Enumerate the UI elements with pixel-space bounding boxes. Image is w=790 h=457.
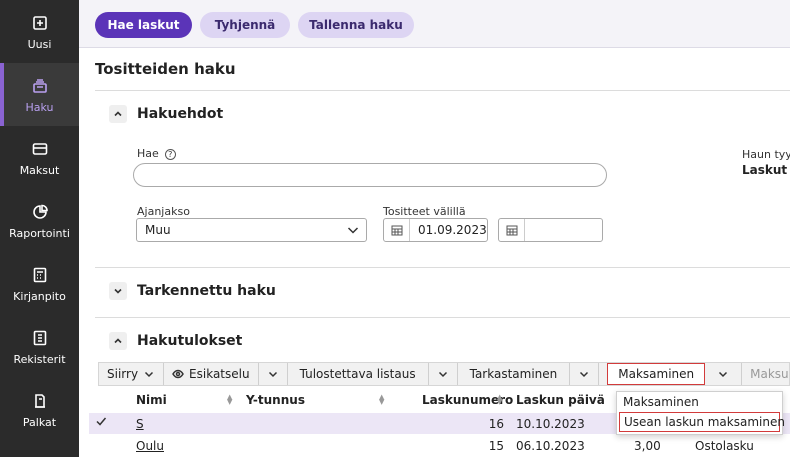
date-from-input[interactable]: 01.09.2023 — [383, 218, 488, 242]
calendar-icon[interactable] — [499, 219, 525, 241]
calculator-icon — [31, 266, 49, 284]
search-type-value[interactable]: Laskut — [742, 163, 787, 177]
section-title: Tarkennettu haku — [137, 283, 276, 299]
sort-icon[interactable]: ▲ ▼ — [227, 394, 232, 406]
action-toolbar: Hae laskut Tyhjennä Tallenna haku — [79, 0, 790, 48]
period-select[interactable]: Muu — [136, 218, 367, 242]
main-panel: Tositteiden haku Hakuehdot Hae? Haun tyy… — [79, 48, 790, 457]
preview-label: Esikatselu — [189, 367, 250, 381]
advanced-section-header[interactable]: Tarkennettu haku — [109, 282, 276, 300]
stack-icon — [31, 77, 49, 95]
menu-item-multi-payment[interactable]: Usean laskun maksaminen — [619, 412, 785, 432]
row-date: 10.10.2023 — [516, 417, 585, 431]
chevron-down-icon — [719, 371, 728, 378]
period-select-value: Muu — [145, 223, 171, 237]
sidebar-item-label: Palkat — [22, 416, 57, 429]
search-invoices-button[interactable]: Hae laskut — [95, 12, 192, 38]
print-list-dropdown-button[interactable] — [429, 363, 458, 385]
chevron-down-icon — [438, 371, 447, 378]
pie-chart-icon — [31, 203, 49, 221]
preview-dropdown-button[interactable] — [259, 363, 288, 385]
card-icon — [31, 140, 49, 158]
salary-icon — [31, 392, 49, 410]
page-title: Tositteiden haku — [95, 60, 236, 78]
divider — [95, 90, 790, 91]
row-name-link[interactable]: S — [136, 417, 144, 431]
column-ytunnus[interactable]: Y-tunnus — [246, 393, 305, 407]
date-to-input[interactable] — [498, 218, 603, 242]
search-label: Hae? — [137, 147, 176, 160]
payment-dropdown-button[interactable] — [705, 363, 743, 385]
criteria-section-header[interactable]: Hakuehdot — [109, 105, 223, 123]
sidebar-item-label: Rekisterit — [13, 353, 66, 366]
row-number: 15 — [488, 439, 504, 453]
sidebar-item-label: Kirjanpito — [13, 290, 66, 303]
chevron-up-icon[interactable] — [109, 332, 127, 350]
search-type-label: Haun tyyppi — [742, 148, 790, 161]
sort-icon[interactable]: ▲ ▼ — [497, 394, 502, 406]
chevron-down-icon[interactable] — [109, 282, 127, 300]
sidebar-item-label: Raportointi — [9, 227, 70, 240]
plus-square-icon — [31, 14, 49, 32]
row-number: 16 — [488, 417, 504, 431]
sidebar-item-palkat[interactable]: Palkat — [0, 378, 79, 441]
row-amount: 3,00 — [634, 439, 661, 453]
divider — [95, 267, 790, 268]
sort-icon[interactable]: ▲ ▼ — [379, 394, 384, 406]
clear-button[interactable]: Tyhjennä — [200, 12, 290, 38]
table-row[interactable]: Oulu 15 06.10.2023 3,00 Ostolasku — [89, 435, 790, 456]
sidebar-item-label: Haku — [25, 101, 54, 114]
register-icon — [31, 329, 49, 347]
chevron-down-icon — [145, 371, 154, 378]
row-date: 06.10.2023 — [516, 439, 585, 453]
chevron-down-icon — [580, 371, 589, 378]
check-icon — [95, 415, 107, 430]
inspect-button[interactable]: Tarkastaminen — [458, 363, 571, 385]
help-icon[interactable]: ? — [164, 149, 176, 160]
period-label: Ajanjakso — [137, 205, 190, 218]
payment-dropdown-menu: Maksaminen Usean laskun maksaminen — [616, 391, 785, 435]
menu-item-payment[interactable]: Maksaminen — [617, 392, 782, 412]
payment-disabled-button: Maksu — [750, 367, 789, 381]
section-title: Hakuehdot — [137, 106, 224, 122]
sidebar-item-haku[interactable]: Haku — [0, 63, 79, 126]
preview-button[interactable]: Esikatselu — [164, 363, 259, 385]
date-from-value: 01.09.2023 — [418, 223, 487, 237]
sidebar: Uusi Haku Maksut Raportointi Kirjanpito … — [0, 0, 79, 457]
chevron-up-icon[interactable] — [109, 105, 127, 123]
section-title: Hakutulokset — [137, 333, 243, 349]
sidebar-item-rekisterit[interactable]: Rekisterit — [0, 315, 79, 378]
save-search-button[interactable]: Tallenna haku — [298, 12, 414, 38]
sidebar-item-uusi[interactable]: Uusi — [0, 0, 79, 63]
date-range-label: Tositteet välillä — [383, 205, 466, 218]
column-name[interactable]: Nimi — [136, 393, 167, 407]
move-label: Siirry — [107, 367, 139, 381]
column-date[interactable]: Laskun päivä — [516, 393, 605, 407]
chevron-down-icon — [346, 223, 360, 240]
search-label-text: Hae — [137, 147, 159, 160]
search-input[interactable] — [133, 163, 607, 187]
results-toolbar: Siirry Esikatselu Tulostettava listaus T… — [98, 362, 790, 386]
inspect-dropdown-button[interactable] — [570, 363, 600, 385]
sidebar-item-maksut[interactable]: Maksut — [0, 126, 79, 189]
row-type: Ostolasku — [695, 439, 754, 453]
sidebar-item-label: Maksut — [19, 164, 60, 177]
sidebar-item-kirjanpito[interactable]: Kirjanpito — [0, 252, 79, 315]
results-section-header[interactable]: Hakutulokset — [109, 332, 242, 350]
payment-button[interactable]: Maksaminen — [607, 363, 706, 385]
print-list-button[interactable]: Tulostettava listaus — [288, 363, 429, 385]
eye-icon — [172, 369, 184, 379]
sidebar-item-raportointi[interactable]: Raportointi — [0, 189, 79, 252]
divider — [95, 317, 790, 318]
sidebar-item-label: Uusi — [27, 38, 52, 51]
move-menu-button[interactable]: Siirry — [99, 363, 165, 385]
calendar-icon[interactable] — [384, 219, 410, 241]
row-name-link[interactable]: Oulu — [136, 439, 164, 453]
chevron-down-icon — [268, 371, 277, 378]
